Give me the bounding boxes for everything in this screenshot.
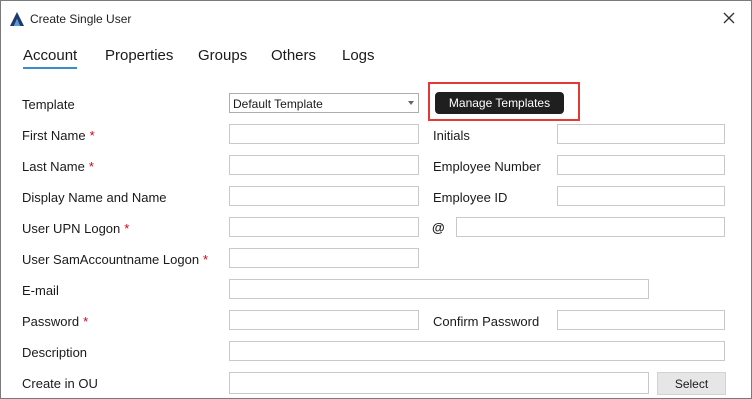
at-symbol: @: [432, 220, 445, 235]
title-bar: Create Single User: [1, 1, 751, 35]
employee-number-label: Employee Number: [433, 159, 541, 174]
template-label: Template: [22, 97, 75, 112]
employee-number-input[interactable]: [557, 155, 725, 175]
tab-others[interactable]: Others: [271, 47, 316, 64]
create-in-ou-label: Create in OU: [22, 376, 98, 391]
tab-properties[interactable]: Properties: [105, 47, 173, 64]
first-name-input[interactable]: [229, 124, 419, 144]
template-dropdown[interactable]: Default Template: [229, 93, 419, 113]
upn-logon-label: User UPN Logon *: [22, 221, 130, 236]
create-in-ou-input[interactable]: [229, 372, 649, 394]
required-marker: *: [124, 221, 130, 236]
email-label: E-mail: [22, 283, 59, 298]
confirm-password-input[interactable]: [557, 310, 725, 330]
description-input[interactable]: [229, 341, 725, 361]
tab-logs[interactable]: Logs: [342, 47, 375, 64]
initials-label: Initials: [433, 128, 470, 143]
password-label: Password *: [22, 314, 89, 329]
create-single-user-dialog: Create Single User Account Properties Gr…: [0, 0, 752, 399]
required-marker: *: [203, 252, 209, 267]
select-ou-button[interactable]: Select: [657, 372, 726, 395]
upn-logon-input[interactable]: [229, 217, 419, 237]
required-marker: *: [88, 159, 94, 174]
initials-input[interactable]: [557, 124, 725, 144]
tab-account[interactable]: Account: [23, 47, 78, 69]
template-selected-value: Default Template: [233, 97, 323, 111]
window-title: Create Single User: [30, 12, 132, 26]
chevron-down-icon: [408, 101, 414, 105]
last-name-input[interactable]: [229, 155, 419, 175]
description-label: Description: [22, 345, 88, 360]
upn-domain-input[interactable]: [456, 217, 725, 237]
password-input[interactable]: [229, 310, 419, 330]
sam-logon-label: User SamAccountname Logon *: [22, 252, 209, 267]
confirm-password-label: Confirm Password: [433, 314, 540, 329]
employee-id-input[interactable]: [557, 186, 725, 206]
display-name-input[interactable]: [229, 186, 419, 206]
required-marker: *: [83, 314, 89, 329]
first-name-label: First Name *: [22, 128, 95, 143]
tab-groups[interactable]: Groups: [198, 47, 247, 64]
sam-logon-input[interactable]: [229, 248, 419, 268]
manage-templates-button[interactable]: Manage Templates: [435, 92, 564, 114]
email-input[interactable]: [229, 279, 649, 299]
required-marker: *: [89, 128, 95, 143]
app-logo-icon: [10, 12, 24, 26]
close-icon[interactable]: [721, 10, 737, 26]
employee-id-label: Employee ID: [433, 190, 508, 205]
display-name-label: Display Name and Name: [22, 190, 167, 205]
last-name-label: Last Name *: [22, 159, 94, 174]
